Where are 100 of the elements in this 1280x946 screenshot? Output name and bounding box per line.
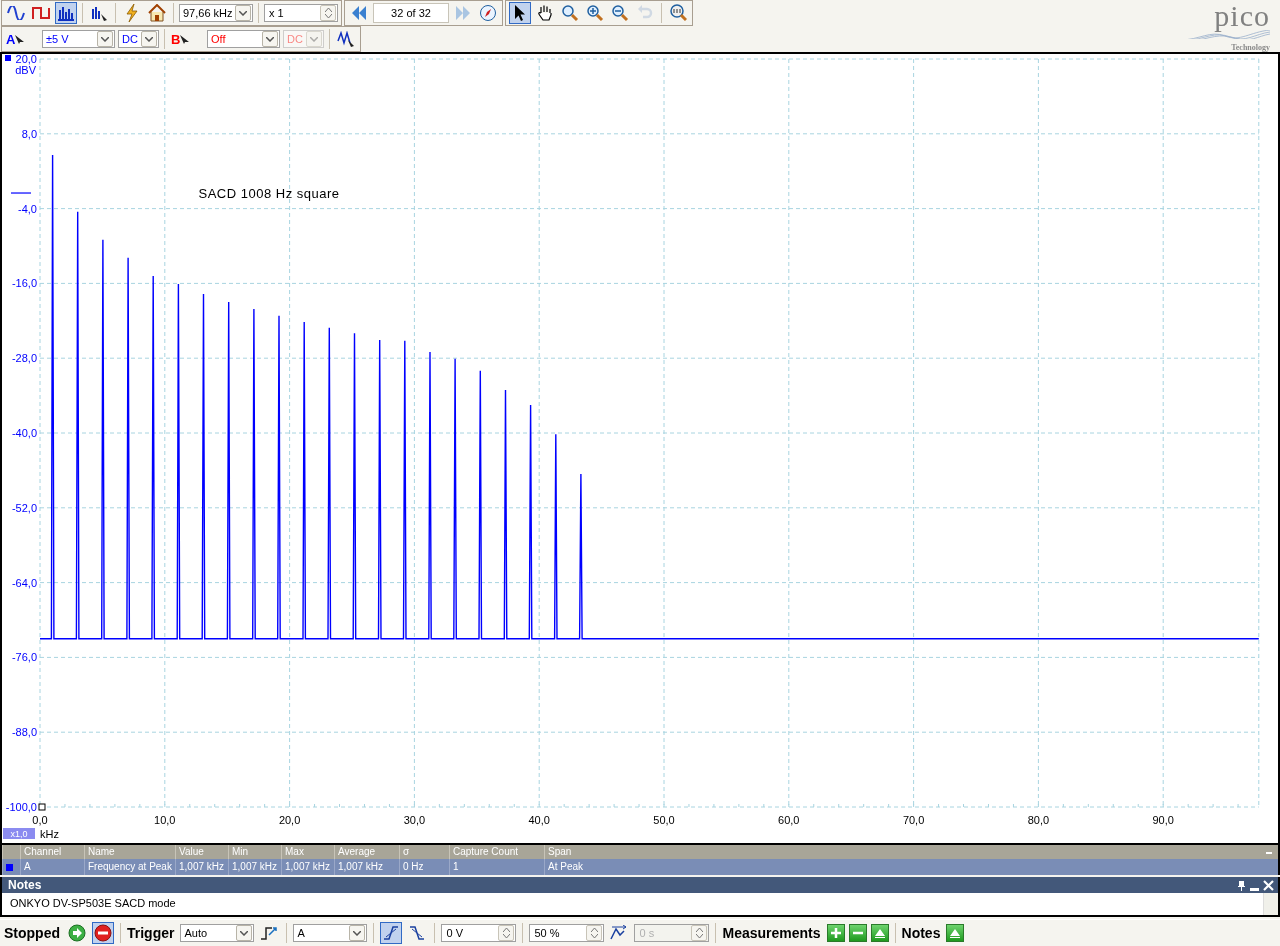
trigger-mode-dropdown[interactable]: Auto [180,924,255,942]
magnifier-icon [669,4,687,22]
spin-button[interactable] [498,925,515,941]
x-axis-unit: kHz [40,828,59,840]
run-button[interactable] [66,922,88,944]
column-header[interactable]: Average [334,845,399,859]
trigger-source-dropdown[interactable]: A [293,924,368,942]
x-tick-label: 90,0 [1152,814,1174,826]
plus-icon [830,928,841,938]
triangle-up-icon [950,928,961,938]
navigator-button[interactable] [477,2,499,24]
column-header[interactable]: σ [399,845,449,859]
triangle-up-icon [874,928,885,938]
cursor-icon [180,34,190,44]
spin-button[interactable] [320,5,336,21]
scrollbar[interactable] [1263,893,1278,915]
coupling-dropdown[interactable]: DC [118,30,159,48]
y-tick-label: -16,0 [11,277,37,290]
caret-icon [145,36,153,42]
x-scale-badge[interactable]: x1,0 [3,828,35,839]
x-tick-label: 80,0 [1027,814,1050,826]
caret-icon [239,10,247,16]
rising-edge-icon [383,925,400,941]
notes-label: Notes [901,925,941,941]
logo: pico Technology [1180,0,1280,52]
channel-button[interactable]: A [5,28,39,50]
home-icon [148,4,166,22]
wave-hand-icon [337,31,355,47]
table-cell: 0 Hz [399,859,449,875]
tool-button[interactable] [584,2,606,24]
table-cell: A [20,859,84,875]
trigger-label: Trigger [127,925,175,941]
table-row-marker[interactable] [2,859,20,875]
add-button[interactable] [826,924,845,942]
mode-button[interactable] [55,2,77,24]
y-tick-label: 8,0 [21,127,37,140]
x-tick-label: 70,0 [902,814,925,826]
rewind-icon [350,4,368,22]
pointer-icon [513,4,527,22]
table-cell: Frequency at Peak [84,859,175,875]
magnifier-icon [561,4,579,22]
threshold-spinbox[interactable]: 0 V [441,924,517,942]
capture-counter: 32 of 32 [373,3,449,23]
y-axis-unit: dBV [15,64,36,76]
pin-icon[interactable] [1237,879,1246,891]
zoom-100-button[interactable] [667,2,689,24]
status-label: Stopped [4,925,60,941]
run-button[interactable] [92,922,114,944]
hand-icon [537,4,553,22]
y-tick-label: -100,0 [5,801,37,813]
falling-edge-icon [409,925,426,941]
notes-text[interactable]: ONKYO DV-SP503E SACD mode [2,893,176,915]
cursor-icon [15,34,25,44]
y-tick-label: -76,0 [11,651,37,664]
chart-annotation: SACD 1008 Hz square [198,186,340,201]
stop-icon [94,924,112,942]
channel-marker [5,55,11,61]
x-tick-label: 20,0 [278,814,301,826]
spectrum-hand-icon [90,5,108,21]
zoom-spinbox[interactable]: x 1 [264,4,338,22]
home-button[interactable] [146,2,168,24]
spin-button[interactable] [586,925,603,941]
tool-button[interactable] [509,2,531,24]
pulse-icon [260,925,279,941]
close-icon[interactable] [1263,879,1274,891]
table-cell: 1 [449,859,544,875]
compass-icon [479,4,497,22]
range-dropdown[interactable]: ±5 V [42,30,115,48]
column-header[interactable]: Name [84,845,175,859]
tool-button[interactable] [609,2,631,24]
column-header[interactable]: Max [281,845,334,859]
tool-button[interactable] [559,2,581,24]
show-button[interactable] [870,924,889,942]
x-tick-label: 50,0 [653,814,675,826]
table-cell: 1,007 kHz [334,859,399,875]
notes-title: Notes [8,878,42,892]
column-header[interactable]: Min [228,845,281,859]
trace-marker-line [10,192,32,194]
spin-arrows-icon [502,928,510,938]
column-header[interactable]: Span [544,845,1278,859]
delay-icon [610,925,629,941]
column-header[interactable]: Capture Count [449,845,544,859]
spin-arrows-icon [590,928,598,938]
remove-button[interactable] [848,924,867,942]
x-tick-label: 60,0 [778,814,800,826]
caret-icon [353,930,362,936]
show-notes-button[interactable] [946,924,965,942]
caret-icon [101,36,109,42]
column-header[interactable]: Value [175,845,228,859]
y-tick-label: -28,0 [11,352,37,365]
table-cell: 1,007 kHz [175,859,228,875]
caret-icon [310,36,318,42]
edge-button[interactable] [380,922,403,944]
spectrum-icon [57,5,75,21]
table-cell: 1,007 kHz [281,859,334,875]
play-icon [68,924,86,942]
timebase-dropdown[interactable]: 97,66 kHz [179,4,253,22]
y-tick-label: -64,0 [11,576,37,589]
pre-trigger-spinbox[interactable]: 50 % [529,924,605,942]
column-header[interactable]: Channel [20,845,84,859]
